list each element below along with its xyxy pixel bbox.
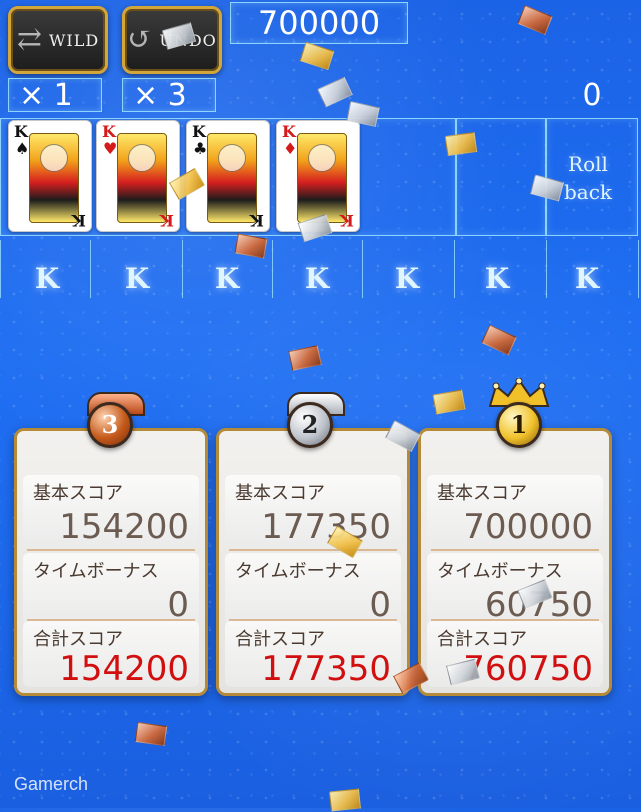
column-divider [272,240,273,298]
column-k-label: K [574,262,600,295]
confetti-piece [444,132,478,156]
score-value: 700000 [257,4,381,42]
swap-arrows-icon: ⇄ [16,22,43,57]
watermark: Gamerch [14,774,88,795]
basic-score-section: 基本スコア 154200 [23,475,199,547]
basic-score-value: 154200 [59,507,189,547]
card-rank-bottom: K [160,211,174,230]
panel-divider [27,549,195,551]
card-rank: K [102,122,116,141]
medal-rank: 3 [101,410,119,439]
right-counter-value: 0 [582,77,602,113]
card-rank: K [192,122,206,141]
time-bonus-section: タイムボーナス 0 [23,553,199,625]
wild-count: × 1 [8,77,102,113]
playing-card[interactable]: K ♠ K [8,120,92,232]
panel-divider [229,549,397,551]
time-bonus-label: タイムボーナス [235,561,361,582]
basic-score-value: 177350 [261,507,391,547]
total-score-label: 合計スコア [33,629,123,650]
medal-rank: 2 [301,410,319,439]
confetti-piece [299,41,335,71]
column-divider [638,240,639,298]
result-panel-2nd: 基本スコア 177350 タイムボーナス 0 合計スコア 177350 [216,428,410,696]
card-rank-bottom: K [250,211,264,230]
column-k-label: K [484,262,510,295]
confetti-piece [481,324,517,356]
column-divider [0,240,1,298]
column-divider [546,240,547,298]
gold-medal-icon: 1 [496,402,542,448]
total-score-section: 合計スコア 177350 [225,621,401,689]
wild-count-value: × 1 [19,77,73,113]
column-divider [454,240,455,298]
total-score-label: 合計スコア [235,629,325,650]
time-bonus-label: タイムボーナス [33,561,159,582]
column-divider [182,240,183,298]
total-score-section: 合計スコア 154200 [23,621,199,689]
total-score-value: 154200 [59,649,189,689]
confetti-piece [317,76,353,108]
confetti-piece [432,389,466,415]
wild-button[interactable]: ⇄ WILD [8,6,108,74]
silver-medal-icon: 2 [287,402,333,448]
playing-card[interactable]: K ♥ K [96,120,180,232]
column-k-label: K [124,262,150,295]
confetti-piece [134,722,168,746]
right-counter: 0 [575,77,609,113]
card-suit-icon: ♦ [283,139,298,158]
king-face-art [297,133,347,223]
basic-score-label: 基本スコア [437,483,527,504]
column-k-label: K [214,262,240,295]
panel-divider [431,549,599,551]
total-score-value: 760750 [463,649,593,689]
result-panel-1st: 基本スコア 700000 タイムボーナス 60750 合計スコア 760750 [418,428,612,696]
king-face-art [29,133,79,223]
watermark-text: Gamerch [14,774,89,794]
rollback-label: Roll back [563,152,613,204]
card-rank: K [14,122,28,141]
undo-count: × 3 [122,77,216,113]
confetti-piece [517,5,553,35]
basic-score-section: 基本スコア 177350 [225,475,401,547]
column-k-label: K [394,262,420,295]
undo-arrow-icon: ↺ [127,22,154,57]
rollback-button[interactable]: Roll back [548,150,628,206]
king-face-art [117,133,167,223]
basic-score-value: 700000 [463,507,593,547]
basic-score-label: 基本スコア [235,483,325,504]
undo-count-value: × 3 [133,77,187,113]
total-score-label: 合計スコア [437,629,527,650]
confetti-piece [329,788,361,812]
card-suit-icon: ♥ [103,139,118,158]
column-divider [90,240,91,298]
king-face-art [207,133,257,223]
card-suit-icon: ♠ [15,139,30,158]
basic-score-label: 基本スコア [33,483,123,504]
time-bonus-section: タイムボーナス 60750 [427,553,603,625]
bronze-medal-icon: 3 [87,402,133,448]
card-rank-bottom: K [72,211,86,230]
basic-score-section: 基本スコア 700000 [427,475,603,547]
time-bonus-section: タイムボーナス 0 [225,553,401,625]
confetti-piece [288,345,322,371]
wild-button-label: WILD [48,30,100,50]
confetti-piece [234,233,268,259]
column-k-label: K [34,262,60,295]
card-rank-bottom: K [340,211,354,230]
result-panel-3rd: 基本スコア 154200 タイムボーナス 0 合計スコア 154200 [14,428,208,696]
score-display: 700000 [230,2,408,44]
card-rank: K [282,122,296,141]
column-k-label: K [304,262,330,295]
medal-rank: 1 [510,410,528,439]
total-score-value: 177350 [261,649,391,689]
card-suit-icon: ♣ [193,139,208,158]
column-divider [362,240,363,298]
